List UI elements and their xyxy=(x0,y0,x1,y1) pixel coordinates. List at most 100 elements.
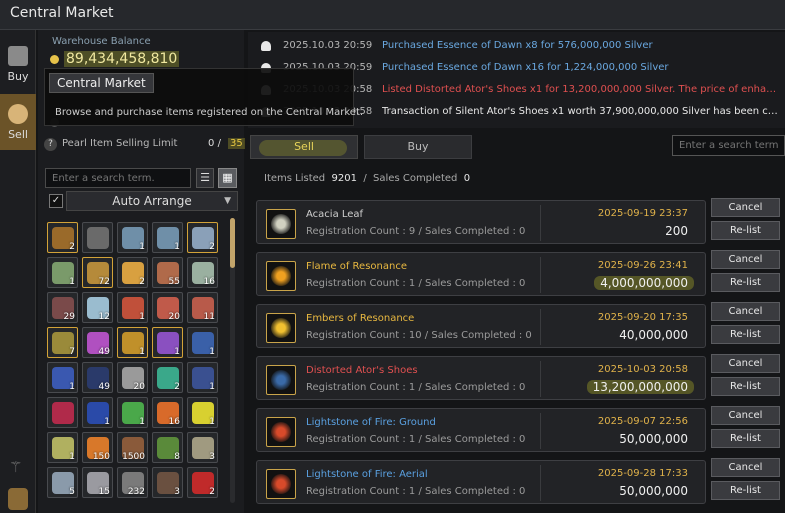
slot-count: 1 xyxy=(139,242,145,252)
slot-count: 1 xyxy=(209,347,215,357)
inventory-slot[interactable]: 2 xyxy=(187,467,218,498)
nav-buy-button[interactable]: Buy xyxy=(0,36,36,92)
inventory-slot[interactable]: 1 xyxy=(152,327,183,358)
inventory-slot[interactable]: 1 xyxy=(152,222,183,253)
inventory-slot[interactable]: 8 xyxy=(152,432,183,463)
inventory-slot[interactable]: 72 xyxy=(82,257,113,288)
item-icon-frame xyxy=(266,417,296,447)
listing-date: 2025-09-26 23:41 xyxy=(597,260,688,271)
inventory-slot[interactable]: 1 xyxy=(117,292,148,323)
divider xyxy=(540,205,541,241)
divider xyxy=(540,465,541,501)
cancel-button[interactable]: Cancel xyxy=(711,406,780,425)
listing-row: Lightstone of Fire: Aerial Registration C… xyxy=(256,460,706,504)
inventory-slot[interactable] xyxy=(47,397,78,428)
cancel-button[interactable]: Cancel xyxy=(711,458,780,477)
inventory-slot[interactable]: 12 xyxy=(82,292,113,323)
tree-icon[interactable]: ⚚ xyxy=(9,458,27,476)
shoes-icon xyxy=(271,370,291,390)
inventory-slot[interactable]: 3 xyxy=(187,432,218,463)
left-nav: Buy Sell ⚚ xyxy=(0,30,36,513)
registration-info: Registration Count : 1 / Sales Completed… xyxy=(306,278,526,289)
inventory-slot[interactable]: 2 xyxy=(47,222,78,253)
inventory-slot[interactable]: 11 xyxy=(187,292,218,323)
inventory-slot[interactable]: 2 xyxy=(152,362,183,393)
relist-button[interactable]: Re-list xyxy=(711,273,780,292)
relist-button[interactable]: Re-list xyxy=(711,221,780,240)
relist-button[interactable]: Re-list xyxy=(711,325,780,344)
inventory-slot[interactable]: 1500 xyxy=(117,432,148,463)
tab-buy[interactable]: Buy xyxy=(364,135,472,159)
inventory-slot[interactable]: 49 xyxy=(82,362,113,393)
inventory-slot[interactable]: 1 xyxy=(187,362,218,393)
cancel-button[interactable]: Cancel xyxy=(711,354,780,373)
inventory-slot[interactable]: 16 xyxy=(152,397,183,428)
inventory-slot[interactable]: 29 xyxy=(47,292,78,323)
slot-count: 1 xyxy=(209,417,215,427)
cancel-button[interactable]: Cancel xyxy=(711,250,780,269)
slot-count: 1 xyxy=(69,382,75,392)
slot-count: 49 xyxy=(98,347,110,357)
slot-count: 1 xyxy=(139,312,145,322)
slot-count: 7 xyxy=(69,347,75,357)
listing-price: 13,200,000,000 xyxy=(586,380,694,394)
inventory-slot[interactable]: 1 xyxy=(117,222,148,253)
nav-sell-button[interactable]: Sell xyxy=(0,94,36,150)
inventory-slot[interactable]: 1 xyxy=(47,257,78,288)
inventory-slot[interactable]: 55 xyxy=(152,257,183,288)
inventory-slot[interactable]: 2 xyxy=(117,257,148,288)
inventory-slot[interactable]: 1 xyxy=(187,327,218,358)
inventory-slot[interactable]: 1 xyxy=(47,432,78,463)
inventory-slot[interactable]: 20 xyxy=(152,292,183,323)
inventory-slot[interactable]: 16 xyxy=(187,257,218,288)
help-icon[interactable]: ? xyxy=(44,138,57,151)
item-icon-frame xyxy=(266,469,296,499)
leaf-icon xyxy=(271,214,291,234)
relist-button[interactable]: Re-list xyxy=(711,377,780,396)
divider xyxy=(540,413,541,449)
inventory-slot[interactable]: 1 xyxy=(82,397,113,428)
divider xyxy=(540,361,541,397)
market-search-input[interactable] xyxy=(672,135,785,156)
gem-icon xyxy=(52,402,74,424)
cancel-button[interactable]: Cancel xyxy=(711,302,780,321)
inventory-slot[interactable]: 5 xyxy=(47,467,78,498)
title-bar: Central Market xyxy=(0,0,785,30)
inventory-slot[interactable]: 2 xyxy=(187,222,218,253)
bag-icon[interactable] xyxy=(8,488,28,510)
tooltip-title: Central Market xyxy=(49,73,154,93)
scrollbar-thumb[interactable] xyxy=(230,218,235,268)
inventory-slot[interactable]: 1 xyxy=(117,397,148,428)
inventory-slot[interactable]: 3 xyxy=(152,467,183,498)
inventory-scrollbar[interactable] xyxy=(230,218,235,503)
inventory-slot[interactable]: 7 xyxy=(47,327,78,358)
item-name: Lightstone of Fire: Ground xyxy=(306,417,436,428)
auto-arrange-dropdown[interactable]: Auto Arrange ▼ xyxy=(66,191,238,211)
warehouse-balance: 89,434,458,810 xyxy=(64,51,180,67)
slot-count: 1 xyxy=(209,382,215,392)
nav-sell-label: Sell xyxy=(8,127,28,141)
inventory-slot[interactable]: 1 xyxy=(187,397,218,428)
grid-view-icon[interactable]: ▦ xyxy=(218,168,237,188)
slot-count: 16 xyxy=(168,417,180,427)
relist-button[interactable]: Re-list xyxy=(711,481,780,500)
inventory-slot[interactable]: 150 xyxy=(82,432,113,463)
inventory-slot[interactable]: 49 xyxy=(82,327,113,358)
inventory-slot[interactable]: 1 xyxy=(117,327,148,358)
pearl-limit-max: 35 xyxy=(228,138,245,149)
inventory-slot[interactable] xyxy=(82,222,113,253)
listing-price: 50,000,000 xyxy=(619,432,688,446)
inventory-slot[interactable]: 232 xyxy=(117,467,148,498)
item-name: Distorted Ator's Shoes xyxy=(306,365,418,376)
list-view-icon[interactable]: ☰ xyxy=(196,168,214,188)
inventory-slot[interactable]: 15 xyxy=(82,467,113,498)
inventory-search-input[interactable] xyxy=(45,168,191,188)
relist-button[interactable]: Re-list xyxy=(711,429,780,448)
inventory-slot[interactable]: 1 xyxy=(47,362,78,393)
slot-count: 29 xyxy=(63,312,75,322)
inventory-slot[interactable]: 20 xyxy=(117,362,148,393)
slot-count: 150 xyxy=(92,452,110,462)
cancel-button[interactable]: Cancel xyxy=(711,198,780,217)
auto-arrange-checkbox[interactable]: ✓ xyxy=(49,194,63,208)
tab-sell[interactable]: Sell xyxy=(250,135,358,159)
